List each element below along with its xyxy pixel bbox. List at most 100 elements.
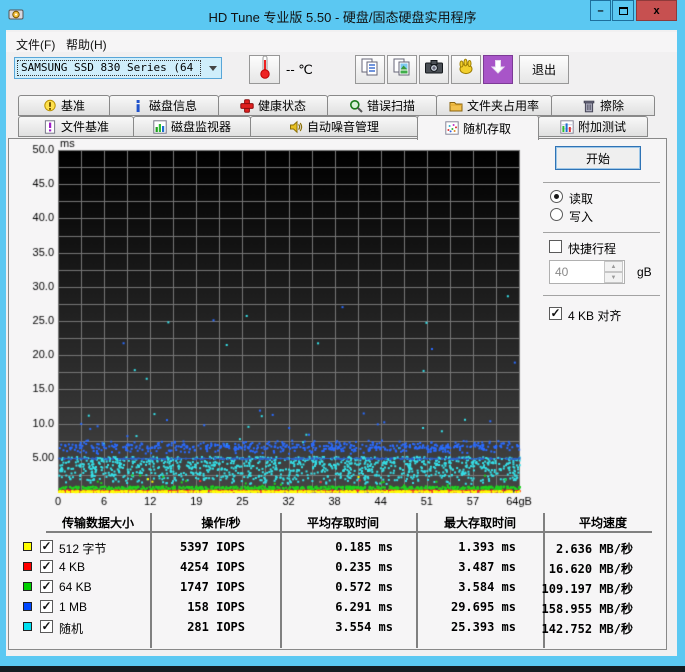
stat-value-max: 3.584 ms — [418, 580, 516, 594]
tab-label: 文件基准 — [61, 118, 109, 135]
series-label: 4 KB — [59, 560, 85, 574]
stat-value-avg: 3.554 ms — [293, 620, 393, 634]
copy-image-button[interactable] — [387, 55, 417, 84]
start-button[interactable]: 开始 — [555, 146, 641, 170]
col-header-size: 传输数据大小 — [43, 514, 153, 531]
minimize-icon: – — [597, 5, 603, 17]
disk-monitor-icon — [153, 120, 167, 134]
copy-image-icon — [392, 57, 412, 82]
health-icon — [240, 99, 254, 113]
align-4kb-checkbox[interactable]: ✓ — [549, 307, 562, 320]
tab-label: 随机存取 — [463, 120, 511, 137]
capacity-stepper: ▲ ▼ — [604, 261, 623, 283]
extra-tests-icon — [560, 120, 574, 134]
folder-icon — [449, 99, 463, 113]
short-stroke-label: 快捷行程 — [568, 240, 616, 257]
stepper-up-button[interactable]: ▲ — [604, 261, 623, 272]
series-label: 64 KB — [59, 580, 92, 594]
tab-benchmark[interactable]: 基准 — [18, 95, 110, 116]
col-header-max: 最大存取时间 — [425, 514, 535, 531]
tab-label: 文件夹占用率 — [467, 97, 539, 114]
error-scan-icon — [349, 99, 363, 113]
close-button[interactable]: x — [636, 0, 677, 21]
minimize-button[interactable]: – — [590, 0, 611, 21]
divider — [543, 182, 660, 183]
tab-label: 磁盘信息 — [149, 97, 197, 114]
read-radio[interactable] — [550, 190, 563, 203]
series-checkbox[interactable]: ✓ — [40, 560, 53, 573]
camera-icon — [424, 58, 444, 81]
benchmark-icon — [43, 99, 57, 113]
stat-value-max: 1.393 ms — [418, 540, 516, 554]
close-icon: x — [653, 5, 659, 17]
align-4kb-label: 4 KB 对齐 — [568, 307, 621, 324]
maximize-button[interactable] — [612, 0, 634, 21]
tab-file-benchmark[interactable]: 文件基准 — [18, 116, 134, 137]
stat-value-speed: 158.955 MB/秒 — [535, 600, 633, 617]
stepper-down-button[interactable]: ▼ — [604, 272, 623, 283]
menu-help[interactable]: 帮助(H) — [62, 35, 111, 54]
series-checkbox[interactable]: ✓ — [40, 580, 53, 593]
stat-value-avg: 0.572 ms — [293, 580, 393, 594]
tab-label: 错误扫描 — [367, 97, 415, 114]
menu-file[interactable]: 文件(F) — [12, 35, 59, 54]
tab-speaker[interactable]: 自动噪音管理 — [250, 116, 418, 137]
speaker-icon — [289, 120, 303, 134]
stat-value-ops: 5397 IOPS — [153, 540, 245, 554]
tab-error-scan[interactable]: 错误扫描 — [327, 95, 437, 116]
random-access-icon — [445, 121, 459, 135]
device-select[interactable]: SAMSUNG SSD 830 Series (64 gB) — [14, 57, 222, 79]
col-header-speed: 平均速度 — [548, 514, 658, 531]
tab-random-access[interactable]: 随机存取 — [417, 115, 539, 140]
radio-dot — [554, 194, 559, 199]
exit-button[interactable]: 退出 — [519, 55, 569, 84]
copy-text-button[interactable] — [355, 55, 385, 84]
series-checkbox[interactable]: ✓ — [40, 600, 53, 613]
tab-label: 自动噪音管理 — [307, 118, 379, 135]
stat-value-avg: 6.291 ms — [293, 600, 393, 614]
copy-text-icon — [360, 57, 380, 82]
hdtune-window: HD Tune 专业版 5.50 - 硬盘/固态硬盘实用程序 – x 文件(F)… — [0, 0, 685, 672]
series-checkbox[interactable]: ✓ — [40, 620, 53, 633]
series-checkbox[interactable]: ✓ — [40, 540, 53, 553]
file-benchmark-icon — [43, 120, 57, 134]
col-header-ops: 操作/秒 — [166, 514, 276, 531]
legend-swatch — [23, 602, 32, 611]
column-divider — [280, 513, 282, 648]
random-access-page: 开始 读取 写入 快捷行程 40 ▲ ▼ gB ✓ 4 KB 对齐 传输数据大小… — [8, 138, 667, 650]
legend-swatch — [23, 562, 32, 571]
tab-label: 基准 — [61, 97, 85, 114]
legend-swatch — [23, 582, 32, 591]
divider — [543, 295, 660, 296]
save-button[interactable] — [483, 55, 513, 84]
tab-erase[interactable]: 擦除 — [551, 95, 655, 116]
short-stroke-checkbox[interactable] — [549, 240, 562, 253]
tab-health[interactable]: 健康状态 — [218, 95, 328, 116]
stat-value-max: 25.393 ms — [418, 620, 516, 634]
tab-info[interactable]: 磁盘信息 — [109, 95, 219, 116]
tab-label: 附加测试 — [578, 118, 626, 135]
donate-button[interactable] — [451, 55, 481, 84]
tab-extra-tests[interactable]: 附加测试 — [538, 116, 648, 137]
series-label: 1 MB — [59, 600, 87, 614]
maximize-icon — [619, 7, 628, 15]
screenshot-button[interactable] — [419, 55, 449, 84]
write-radio[interactable] — [550, 208, 563, 221]
tab-folder[interactable]: 文件夹占用率 — [436, 95, 552, 116]
temperature-button[interactable] — [249, 55, 280, 84]
tab-label: 磁盘监视器 — [171, 118, 231, 135]
series-label: 随机 — [59, 620, 83, 637]
series-label: 512 字节 — [59, 540, 106, 557]
erase-icon — [582, 99, 596, 113]
col-header-avg: 平均存取时间 — [288, 514, 398, 531]
tab-disk-monitor[interactable]: 磁盘监视器 — [133, 116, 251, 137]
stat-value-ops: 281 IOPS — [153, 620, 245, 634]
hand-coins-icon — [456, 57, 476, 82]
info-icon — [131, 99, 145, 113]
tab-label: 健康状态 — [258, 97, 306, 114]
read-radio-label: 读取 — [569, 190, 593, 207]
menubar: 文件(F) 帮助(H) — [6, 32, 677, 52]
divider — [543, 232, 660, 233]
random-access-chart — [15, 137, 533, 511]
thermometer-icon — [257, 54, 273, 85]
